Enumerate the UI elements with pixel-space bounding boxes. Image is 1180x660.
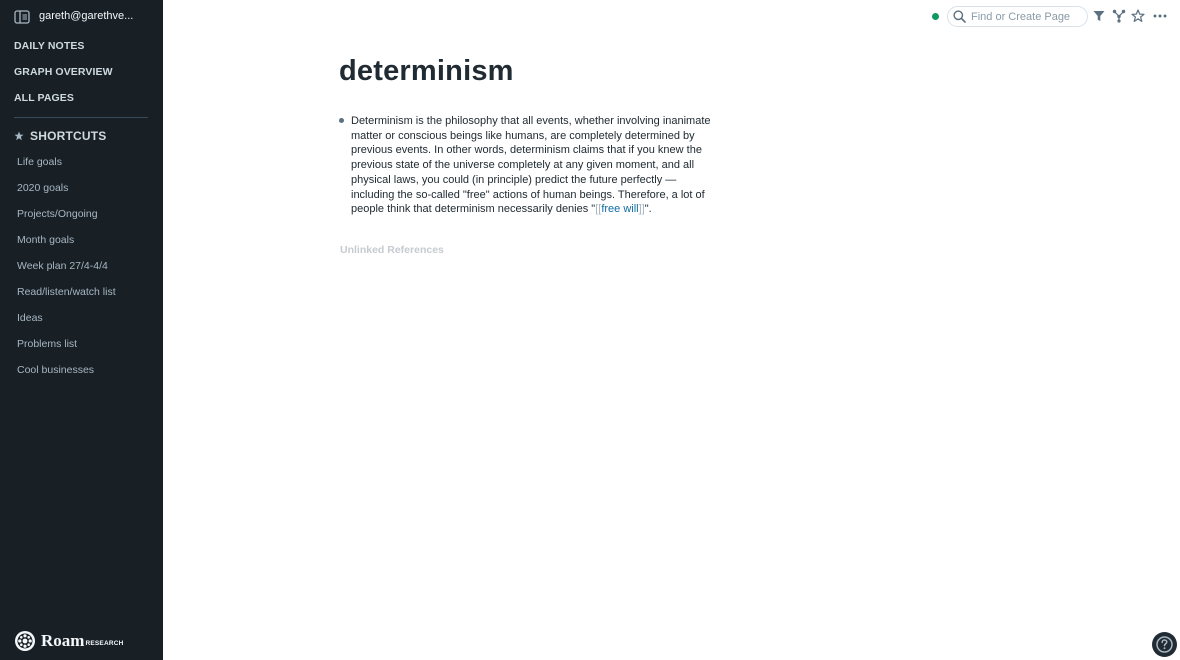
star-outline-icon[interactable] [1131, 9, 1145, 23]
logo-wordmark: Roam [41, 631, 85, 650]
sidebar-divider [14, 117, 148, 118]
sidebar-header: gareth@garethve... [0, 0, 163, 33]
unlinked-references-toggle[interactable]: Unlinked References [340, 244, 444, 256]
search-input[interactable] [971, 10, 1081, 23]
roam-logo-icon [15, 631, 35, 651]
help-button[interactable] [1152, 632, 1177, 657]
more-icon[interactable] [1153, 9, 1167, 23]
roam-logo: Roam RESEARCH [14, 630, 124, 652]
shortcuts-label: SHORTCUTS [30, 129, 107, 143]
shortcut-item[interactable]: Read/listen/watch list [17, 286, 116, 298]
logo-subtitle: RESEARCH [85, 639, 124, 647]
shortcut-item[interactable]: Ideas [17, 312, 43, 324]
page-reference-link[interactable]: free will [601, 203, 638, 215]
shortcuts-header: SHORTCUTS [14, 128, 106, 144]
shortcut-item[interactable]: Life goals [17, 156, 62, 168]
filter-icon[interactable] [1092, 9, 1106, 23]
help-icon [1156, 636, 1173, 653]
nav-graph-overview[interactable]: GRAPH OVERVIEW [14, 66, 113, 78]
sync-status-dot [932, 13, 939, 20]
text-block[interactable]: Determinism is the philosophy that all e… [351, 114, 713, 217]
nav-all-pages[interactable]: ALL PAGES [14, 92, 74, 104]
page-title[interactable]: determinism [339, 55, 514, 88]
star-icon [14, 131, 24, 141]
nav-daily-notes[interactable]: DAILY NOTES [14, 40, 85, 52]
shortcut-item[interactable]: Projects/Ongoing [17, 208, 98, 220]
search-bar[interactable] [947, 6, 1088, 27]
sidebar: gareth@garethve... DAILY NOTES GRAPH OVE… [0, 0, 163, 660]
block-text-tail: ". [644, 203, 652, 216]
graph-icon[interactable] [1112, 9, 1126, 23]
block-text: Determinism is the philosophy that all e… [351, 115, 711, 216]
shortcut-item[interactable]: 2020 goals [17, 182, 68, 194]
search-icon [953, 10, 966, 23]
user-account-menu[interactable]: gareth@garethve... [39, 10, 133, 22]
shortcut-item[interactable]: Problems list [17, 338, 77, 350]
sidebar-toggle-icon[interactable] [14, 10, 30, 24]
shortcut-item[interactable]: Month goals [17, 234, 74, 246]
block-bullet[interactable] [339, 118, 344, 123]
shortcut-item[interactable]: Cool businesses [17, 364, 94, 376]
shortcut-item[interactable]: Week plan 27/4-4/4 [17, 260, 108, 272]
